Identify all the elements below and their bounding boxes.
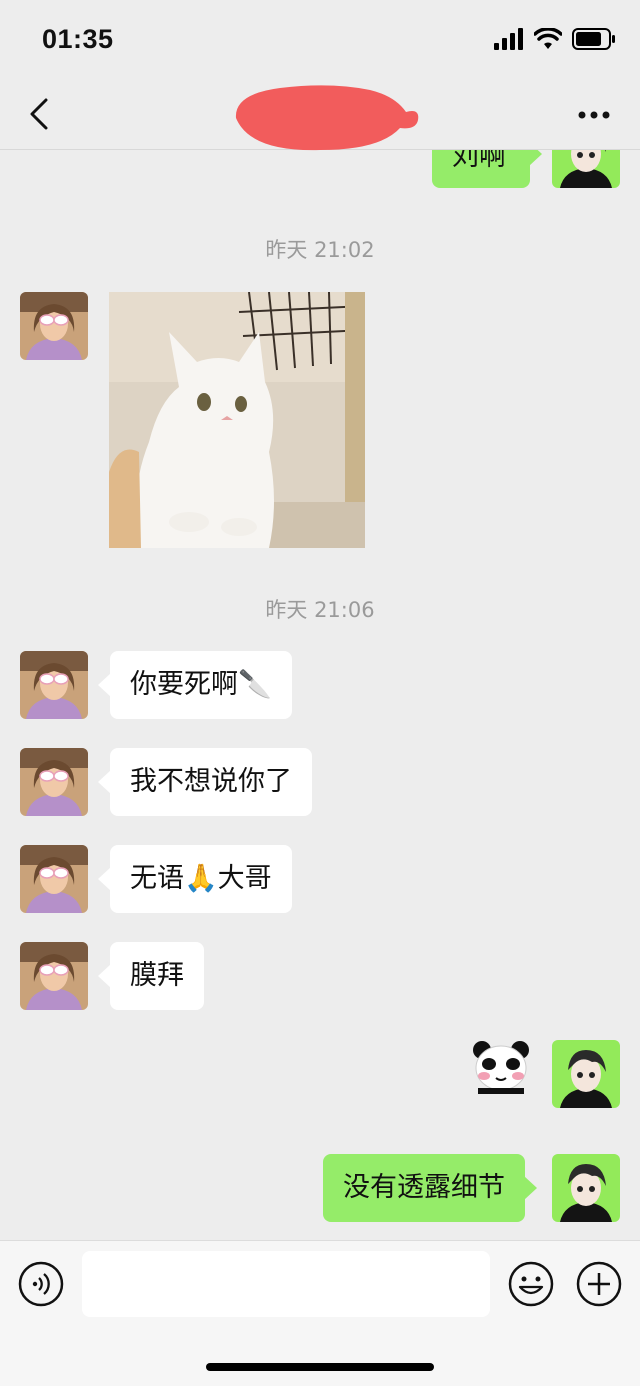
contact-avatar[interactable]	[20, 845, 88, 913]
input-bar	[0, 1240, 640, 1386]
contact-avatar[interactable]	[20, 942, 88, 1010]
message-text: 无语🙏大哥	[130, 863, 272, 894]
contact-avatar[interactable]	[20, 748, 88, 816]
redacted-contact-name	[235, 85, 419, 151]
plus-icon[interactable]	[576, 1261, 622, 1307]
cat-photo[interactable]	[109, 292, 365, 548]
message-bubble-received[interactable]: 无语🙏大哥	[98, 845, 292, 913]
contact-avatar[interactable]	[20, 292, 88, 360]
message-text: 你要死啊🔪	[130, 669, 272, 700]
chat-area[interactable]: 刘啊 昨天 21:02 昨天 21:06 你要死啊🔪 我不想说你了 无语🙏大哥 …	[0, 0, 640, 1240]
emoji-icon[interactable]	[508, 1261, 554, 1307]
home-indicator	[206, 1363, 434, 1371]
message-text: 膜拜	[130, 960, 184, 991]
message-input[interactable]	[82, 1251, 490, 1317]
my-avatar[interactable]	[552, 1040, 620, 1108]
message-text: 我不想说你了	[130, 766, 292, 797]
panda-sticker[interactable]	[470, 1040, 532, 1094]
message-bubble-sent[interactable]: 没有透露细节	[323, 1154, 537, 1222]
timestamp: 昨天 21:02	[265, 238, 375, 262]
timestamp: 昨天 21:06	[265, 598, 375, 622]
voice-icon[interactable]	[18, 1261, 64, 1307]
chevron-left-icon[interactable]	[22, 94, 62, 134]
contact-avatar[interactable]	[20, 651, 88, 719]
chat-header	[0, 80, 640, 151]
message-text: 没有透露细节	[343, 1172, 505, 1203]
message-bubble-received[interactable]: 我不想说你了	[98, 748, 312, 816]
message-bubble-received[interactable]: 膜拜	[98, 942, 204, 1010]
more-dots-icon[interactable]	[574, 98, 614, 132]
my-avatar[interactable]	[552, 1154, 620, 1222]
message-bubble-received[interactable]: 你要死啊🔪	[98, 651, 292, 719]
